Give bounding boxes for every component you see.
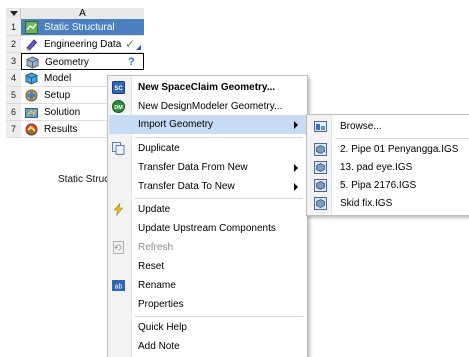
system-row-label: Geometry	[45, 57, 89, 68]
menu-item-label: Transfer Data To New	[138, 181, 235, 192]
row-number: 7	[6, 121, 21, 138]
spaceclaim-icon: SC	[112, 81, 125, 94]
menu-item-update-upstream-components[interactable]: Update Upstream Components	[109, 219, 306, 238]
row-number: 3	[6, 53, 21, 70]
menu-item-label: Transfer Data From New	[138, 162, 248, 173]
row-number: 4	[6, 70, 21, 87]
system-row-engineering-data[interactable]: 2 Engineering Data ✓	[6, 36, 144, 53]
lightning-bolt-icon	[113, 203, 124, 216]
menu-separator	[135, 198, 303, 199]
recent-file-name: Skid fix.IGS	[340, 198, 393, 209]
import-geometry-submenu: Browse... 2. Pipe 01 Penyangga.IGS 13. p…	[306, 114, 469, 216]
spaceclaim-icon-text: SC	[114, 86, 123, 92]
system-row-label: Model	[44, 73, 72, 84]
submenu-separator	[335, 138, 469, 139]
menu-item-label: Add Note	[138, 341, 180, 352]
menu-item-properties[interactable]: Properties	[109, 295, 306, 314]
rename-icon: ab	[112, 280, 125, 291]
system-row-label: Solution	[44, 107, 81, 118]
menu-item-update[interactable]: Update	[109, 200, 306, 219]
context-menu: SC New SpaceClaim Geometry... DM New Des…	[107, 75, 308, 357]
status-attention-required-icon: ?	[128, 56, 135, 68]
menu-item-label: Rename	[138, 280, 176, 291]
menu-item-new-spaceclaim-geometry[interactable]: SC New SpaceClaim Geometry...	[109, 78, 306, 97]
designmodeler-icon: DM	[112, 100, 125, 113]
menu-item-reset[interactable]: Reset	[109, 257, 306, 276]
row-number: 5	[6, 87, 21, 104]
geometry-file-icon	[314, 197, 327, 210]
menu-item-refresh[interactable]: Refresh	[109, 238, 306, 257]
system-row-geometry[interactable]: 3 Geometry ?	[6, 53, 144, 70]
submenu-arrow-icon	[294, 121, 298, 129]
status-up-to-date-icon: ✓	[125, 37, 136, 51]
menu-item-import-geometry[interactable]: Import Geometry	[109, 115, 306, 134]
recent-file-item[interactable]: Skid fix.IGS	[308, 194, 469, 213]
solution-icon	[25, 108, 38, 118]
row-number: 2	[6, 36, 21, 53]
system-row-label: Setup	[44, 90, 71, 101]
geometry-file-icon	[314, 143, 327, 156]
geometry-file-icon	[314, 179, 327, 192]
recent-file-item[interactable]: 13. pad eye.IGS	[308, 158, 469, 177]
menu-item-transfer-data-to-new[interactable]: Transfer Data To New	[109, 177, 306, 196]
system-header-row: A	[6, 8, 144, 19]
system-row-label: Engineering Data	[44, 39, 122, 50]
recent-file-name: 2. Pipe 01 Penyangga.IGS	[340, 144, 459, 155]
recent-file-name: 5. Pipa 2176.IGS	[340, 180, 417, 191]
model-icon	[25, 72, 38, 85]
menu-item-label: Update Upstream Components	[138, 223, 276, 234]
results-icon	[25, 123, 38, 136]
submenu-arrow-icon	[294, 164, 298, 172]
system-row-analysis-title[interactable]: 1 Static Structural	[6, 19, 144, 36]
static-structural-icon	[25, 21, 38, 34]
recent-file-item[interactable]: 2. Pipe 01 Penyangga.IGS	[308, 140, 469, 159]
refresh-icon	[113, 241, 124, 254]
setup-icon	[25, 89, 38, 102]
menu-item-label: Reset	[138, 261, 165, 272]
submenu-item-label: Browse...	[340, 121, 382, 132]
menu-item-transfer-data-from-new[interactable]: Transfer Data From New	[109, 158, 306, 177]
menu-separator	[135, 316, 303, 317]
recent-file-name: 13. pad eye.IGS	[340, 162, 413, 173]
browse-icon	[314, 121, 327, 132]
menu-item-label: Import Geometry	[138, 119, 214, 130]
menu-item-label: Refresh	[138, 242, 174, 253]
menu-item-label: Duplicate	[138, 143, 180, 154]
submenu-item-browse[interactable]: Browse...	[308, 117, 469, 136]
system-row-label: Static Structural	[44, 22, 115, 33]
status-corner-marker-icon	[136, 45, 141, 50]
menu-item-add-note[interactable]: Add Note	[109, 337, 306, 356]
menu-item-quick-help[interactable]: Quick Help	[109, 318, 306, 337]
engineering-data-icon	[26, 39, 38, 51]
menu-item-label: New SpaceClaim Geometry...	[138, 82, 276, 93]
rename-icon-text: ab	[115, 284, 123, 291]
row-number: 1	[6, 19, 21, 36]
recent-file-item[interactable]: 5. Pipa 2176.IGS	[308, 176, 469, 195]
menu-item-label: Update	[138, 204, 171, 215]
duplicate-icon	[112, 142, 125, 155]
geometry-icon	[26, 56, 39, 69]
submenu-arrow-icon	[294, 183, 298, 191]
menu-item-rename[interactable]: ab Rename	[109, 276, 306, 295]
column-header-a: A	[21, 8, 144, 19]
system-collapse-arrow-icon[interactable]	[6, 8, 21, 19]
menu-item-label: New DesignModeler Geometry...	[138, 101, 283, 112]
menu-item-label: Properties	[138, 299, 184, 310]
menu-separator	[135, 137, 303, 138]
geometry-file-icon	[314, 161, 327, 174]
menu-item-new-designmodeler-geometry[interactable]: DM New DesignModeler Geometry...	[109, 97, 306, 116]
row-number: 6	[6, 104, 21, 121]
system-row-label: Results	[44, 124, 78, 135]
menu-item-duplicate[interactable]: Duplicate	[109, 139, 306, 158]
menu-item-label: Quick Help	[138, 322, 187, 333]
designmodeler-icon-text: DM	[114, 105, 123, 111]
